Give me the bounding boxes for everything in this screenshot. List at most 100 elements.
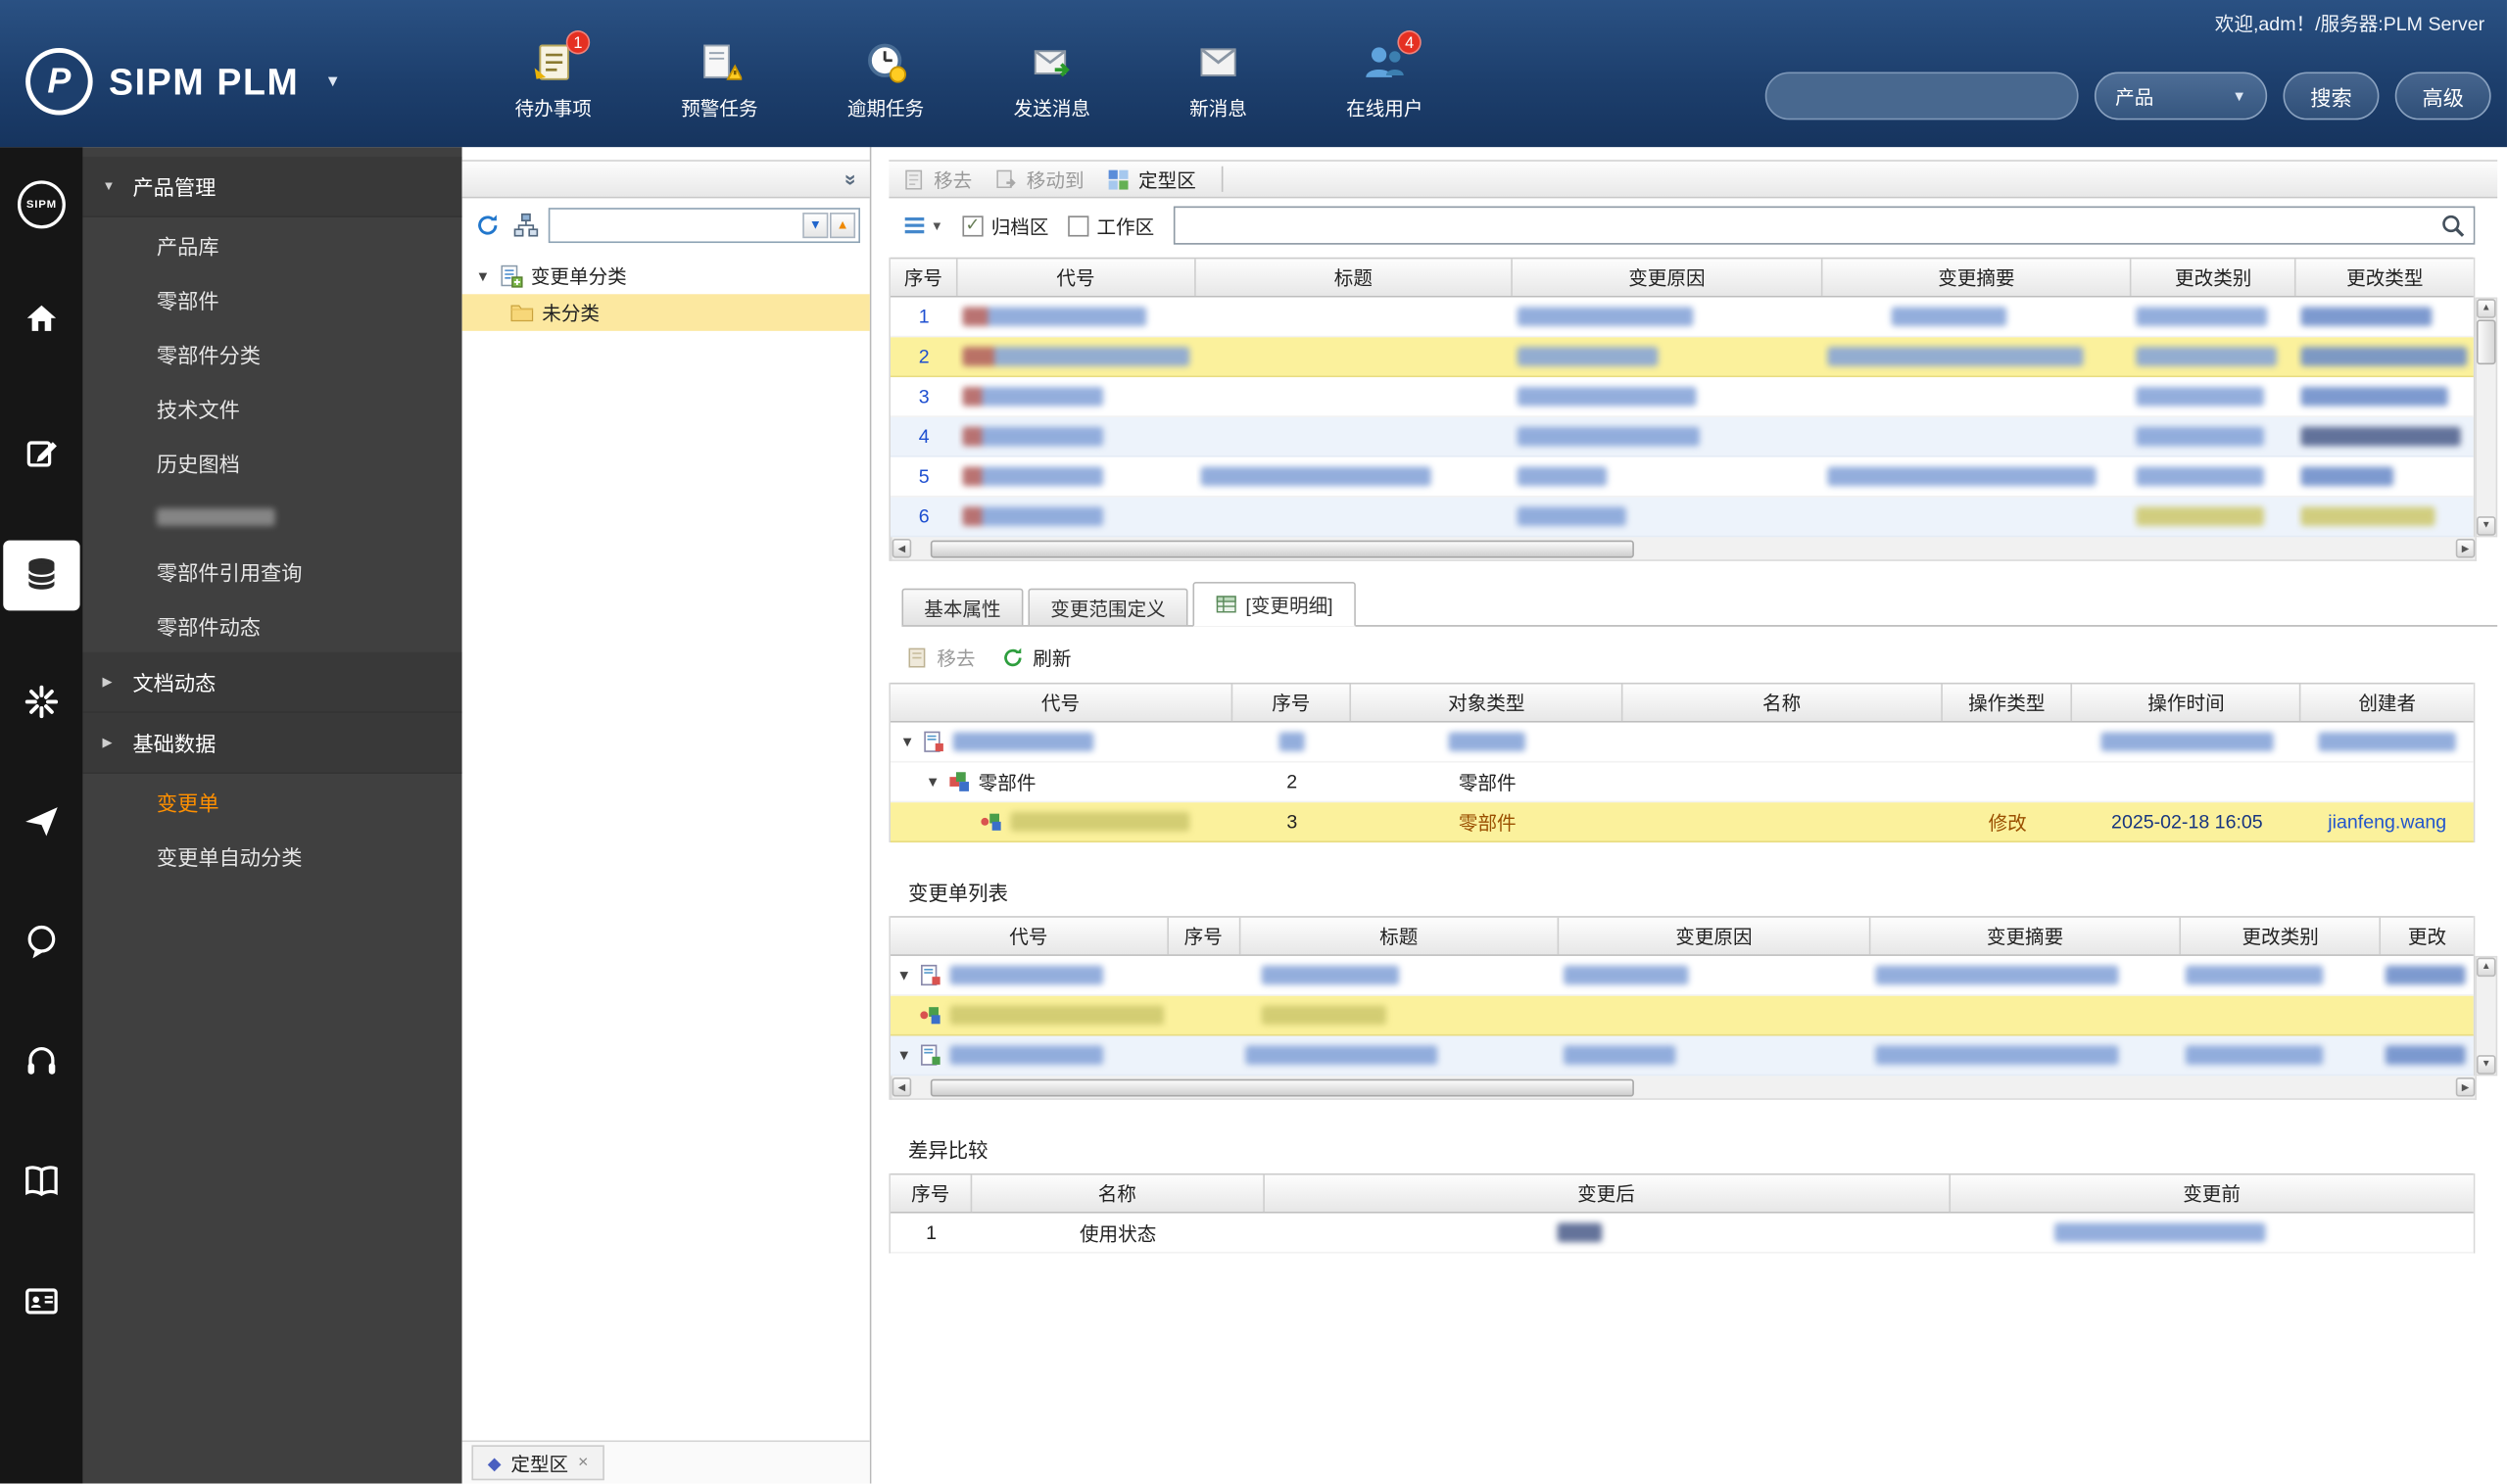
sidebar-item-change-order-auto-category[interactable]: 变更单自动分类: [83, 828, 462, 882]
tab-change-scope[interactable]: 变更范围定义: [1028, 588, 1188, 626]
list-row-selected[interactable]: [891, 995, 2474, 1036]
list-view-button[interactable]: ▼: [901, 213, 943, 238]
col-seq[interactable]: 序号: [1168, 917, 1240, 955]
detail-row[interactable]: ▼ 零部件 2 零部件: [891, 762, 2474, 803]
col-summary[interactable]: 变更摘要: [1822, 259, 2133, 296]
close-icon[interactable]: ×: [578, 1453, 589, 1472]
scrollbar-thumb[interactable]: [2476, 319, 2496, 365]
col-title[interactable]: 标题: [1195, 259, 1514, 296]
sidebar-item-part-reference-query[interactable]: 零部件引用查询: [83, 544, 462, 598]
col-title[interactable]: 标题: [1240, 917, 1560, 955]
col-seq[interactable]: 序号: [1232, 684, 1352, 722]
tree-node-uncategorized[interactable]: 未分类: [461, 294, 870, 331]
locate-up-icon[interactable]: ▲: [830, 212, 856, 238]
table-row[interactable]: 3: [891, 377, 2474, 417]
table-row[interactable]: 1: [891, 297, 2474, 338]
rail-idcard[interactable]: [0, 1268, 83, 1338]
col-name[interactable]: 名称: [1623, 684, 1943, 722]
scroll-left-icon[interactable]: ◀: [892, 538, 912, 558]
col-op-type[interactable]: 操作类型: [1942, 684, 2073, 722]
col-change-category[interactable]: 更改类别: [2132, 259, 2296, 296]
tab-basic-properties[interactable]: 基本属性: [901, 588, 1024, 626]
rail-support[interactable]: [0, 1028, 83, 1098]
rail-chat[interactable]: [0, 908, 83, 979]
table-row[interactable]: 5: [891, 456, 2474, 498]
nav-overdue-tasks[interactable]: 逾期任务: [841, 40, 930, 121]
tree-hierarchy-button[interactable]: [510, 209, 541, 241]
locate-down-icon[interactable]: ▼: [802, 212, 829, 238]
diff-row[interactable]: 1 使用状态: [891, 1213, 2474, 1254]
rail-database[interactable]: [3, 540, 80, 611]
scroll-right-icon[interactable]: ▶: [2455, 538, 2476, 558]
sidebar-item-history-drawings[interactable]: 历史图档: [83, 435, 462, 489]
table-row[interactable]: 6: [891, 497, 2474, 538]
col-summary[interactable]: 变更摘要: [1870, 917, 2182, 955]
scrollbar-thumb[interactable]: [930, 1077, 1634, 1096]
expander-down-icon[interactable]: ▼: [926, 774, 940, 790]
sidebar-item-tech-docs[interactable]: 技术文件: [83, 380, 462, 434]
sidebar-item-product-library[interactable]: 产品库: [83, 217, 462, 271]
tree-root-change-category[interactable]: ▼ 变更单分类: [462, 258, 870, 295]
col-seq[interactable]: 序号: [891, 1174, 973, 1213]
vertical-scrollbar[interactable]: ▲ ▼: [2475, 297, 2498, 538]
col-seq[interactable]: 序号: [891, 259, 958, 296]
detail-refresh-button[interactable]: 刷新: [1001, 645, 1071, 672]
col-object-type[interactable]: 对象类型: [1352, 684, 1623, 722]
expander-down-icon[interactable]: ▼: [900, 734, 915, 749]
scrollbar-thumb[interactable]: [930, 539, 1634, 557]
col-change-type[interactable]: 更改类型: [2296, 259, 2474, 296]
expander-down-icon[interactable]: ▼: [475, 267, 491, 283]
col-change-category[interactable]: 更改类别: [2182, 917, 2382, 955]
col-op-time[interactable]: 操作时间: [2073, 684, 2301, 722]
finalize-zone-tab[interactable]: ◆ 定型区 ×: [471, 1445, 604, 1481]
col-code[interactable]: 代号: [957, 259, 1196, 296]
detail-remove-button[interactable]: 移去: [905, 645, 976, 672]
col-code[interactable]: 代号: [891, 917, 1169, 955]
rail-loading[interactable]: [0, 668, 83, 739]
col-reason[interactable]: 变更原因: [1513, 259, 1823, 296]
work-zone-checkbox[interactable]: 工作区: [1068, 212, 1154, 239]
sidebar-item-part-category[interactable]: 零部件分类: [83, 326, 462, 380]
advanced-search-button[interactable]: 高级: [2394, 72, 2491, 120]
scroll-up-icon[interactable]: ▲: [2476, 299, 2496, 318]
move-to-button[interactable]: 移动到: [994, 166, 1085, 193]
col-creator[interactable]: 创建者: [2301, 684, 2474, 721]
horizontal-scrollbar[interactable]: ◀ ▶: [891, 1076, 2477, 1100]
sidebar-item-redacted[interactable]: [83, 489, 462, 543]
col-before[interactable]: 变更前: [1950, 1175, 2473, 1213]
list-row[interactable]: ▼: [891, 1035, 2474, 1077]
table-row-selected[interactable]: 2: [891, 337, 2474, 378]
tree-filter-input[interactable]: [553, 210, 801, 239]
col-after[interactable]: 变更后: [1264, 1174, 1951, 1213]
col-change-type-truncated[interactable]: 更改: [2381, 918, 2473, 955]
scroll-up-icon[interactable]: ▲: [2476, 957, 2496, 978]
app-logo[interactable]: P SIPM PLM ▼: [25, 47, 341, 116]
scroll-right-icon[interactable]: ▶: [2455, 1077, 2476, 1097]
search-icon[interactable]: [2439, 213, 2465, 238]
col-reason[interactable]: 变更原因: [1559, 917, 1871, 955]
detail-row-selected[interactable]: 3 零部件 修改 2025-02-18 16:05 jianfeng.wang: [891, 802, 2474, 843]
remove-button[interactable]: 移去: [901, 166, 972, 193]
sidebar-section-product-mgmt[interactable]: ▼ 产品管理: [82, 156, 462, 217]
sidebar-section-base-data[interactable]: ▶ 基础数据: [82, 712, 462, 774]
sidebar-item-parts[interactable]: 零部件: [83, 271, 462, 325]
vertical-scrollbar[interactable]: ▲ ▼: [2475, 955, 2498, 1077]
col-code[interactable]: 代号: [891, 684, 1232, 722]
table-search-input[interactable]: [1175, 209, 2474, 242]
nav-send-message[interactable]: 发送消息: [1007, 40, 1096, 121]
scroll-down-icon[interactable]: ▼: [2476, 516, 2496, 536]
expander-down-icon[interactable]: ▼: [897, 1047, 912, 1063]
tree-refresh-button[interactable]: [471, 209, 502, 241]
expander-down-icon[interactable]: ▼: [897, 967, 912, 982]
archive-zone-checkbox[interactable]: ✓ 归档区: [962, 212, 1048, 239]
scroll-left-icon[interactable]: ◀: [892, 1077, 912, 1097]
nav-new-message[interactable]: 新消息: [1174, 40, 1263, 121]
rail-sipm-badge[interactable]: SIPM: [0, 169, 83, 240]
horizontal-scrollbar[interactable]: ◀ ▶: [891, 537, 2477, 561]
scroll-down-icon[interactable]: ▼: [2476, 1055, 2496, 1075]
global-search-input[interactable]: [1764, 72, 2079, 120]
sidebar-section-doc-activity[interactable]: ▶ 文档动态: [82, 651, 462, 713]
search-scope-select[interactable]: 产品 ▼: [2094, 72, 2268, 120]
collapse-panel-icon[interactable]: »: [840, 173, 863, 185]
rail-book[interactable]: [0, 1148, 83, 1219]
